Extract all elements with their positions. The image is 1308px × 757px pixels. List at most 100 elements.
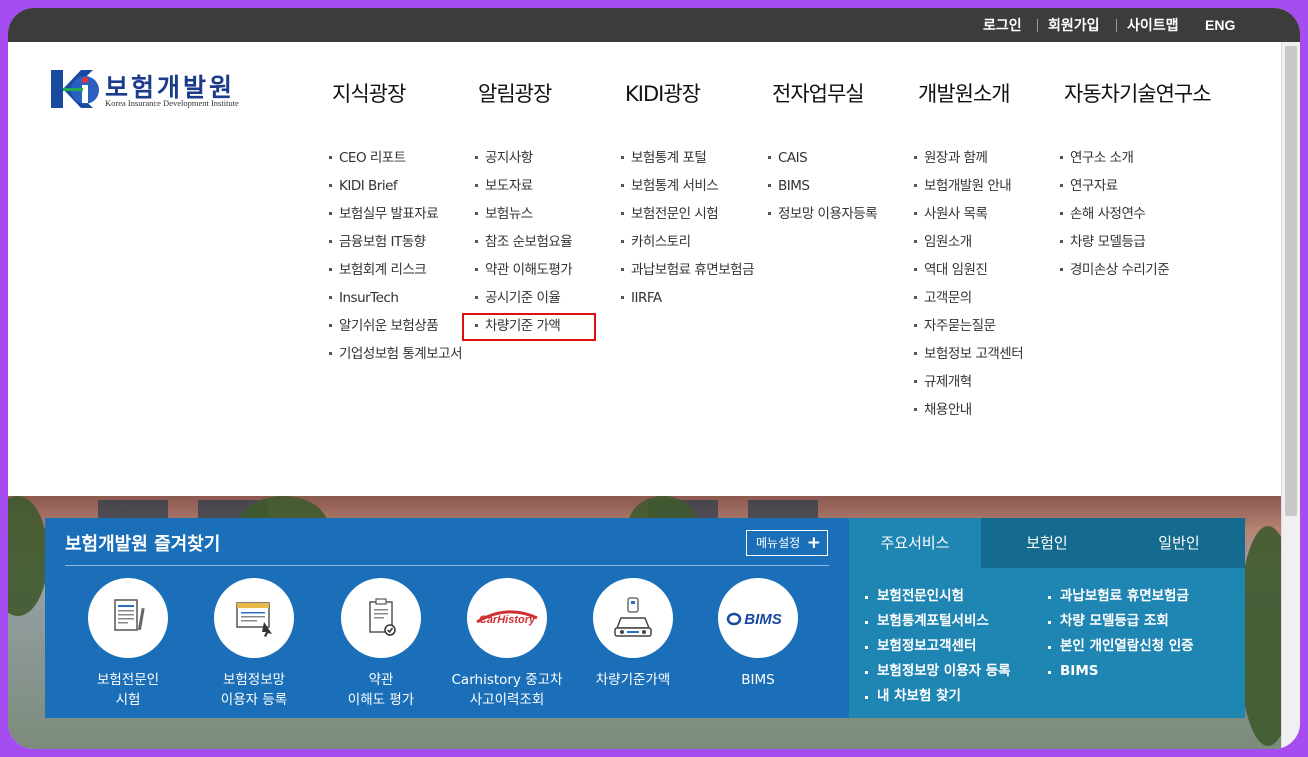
submenu-about: 원장과 함께 보험개발원 안내 사원사 목록 임원소개 역대 임원진 고객문의 …: [914, 147, 1054, 427]
services-tabs: 주요서비스 보험인 일반인: [849, 518, 1245, 568]
nav-kidi[interactable]: KIDI광장: [625, 78, 701, 108]
submenu-auto-research: 연구소 소개 연구자료 손해 사정연수 차량 모델등급 경미손상 수리기준: [1060, 147, 1210, 287]
car-price-icon: [593, 578, 673, 658]
tree: [8, 496, 48, 616]
submenu-item[interactable]: 연구소 소개: [1060, 147, 1210, 169]
nav-e-office[interactable]: 전자업무실: [772, 78, 865, 108]
nav-knowledge[interactable]: 지식광장: [332, 78, 406, 108]
service-link[interactable]: 보험통계포털서비스: [865, 609, 1011, 634]
favorites-panel: 보험개발원 즐겨찾기 메뉴설정 + 보험전문인 시험 보험정보망 이용자 등록 …: [45, 518, 849, 718]
submenu-item[interactable]: 약관 이해도평가: [475, 259, 605, 281]
sitemap-link[interactable]: 사이트맵: [1127, 8, 1179, 42]
favorite-network-register[interactable]: 보험정보망 이용자 등록: [194, 578, 314, 710]
login-link[interactable]: 로그인: [983, 8, 1022, 42]
favorite-label: Carhistory 중고차 사고이력조회: [451, 672, 563, 708]
submenu-item[interactable]: 보험통계 포털: [621, 147, 761, 169]
service-link[interactable]: 과납보험료 휴면보험금: [1048, 584, 1194, 609]
carhistory-logo: CarHistory: [467, 578, 547, 658]
service-link[interactable]: 보험정보고객센터: [865, 634, 1011, 659]
page-scrollbar[interactable]: [1281, 42, 1300, 749]
bims-logo: BIMS: [718, 578, 798, 658]
submenu-item[interactable]: 보험뉴스: [475, 203, 605, 225]
submenu-item[interactable]: KIDI Brief: [329, 175, 469, 197]
submenu-item[interactable]: 연구자료: [1060, 175, 1210, 197]
submenu-item[interactable]: 정보망 이용자등록: [768, 203, 908, 225]
kidi-emblem-icon: [51, 70, 99, 108]
divider: [1037, 19, 1038, 32]
submenu-item[interactable]: 기업성보험 통계보고서: [329, 343, 469, 365]
submenu-item[interactable]: 규제개혁: [914, 371, 1054, 393]
submenu-item[interactable]: 차량 모델등급: [1060, 231, 1210, 253]
monitor-cursor-icon: [214, 578, 294, 658]
tab-general[interactable]: 일반인: [1113, 518, 1245, 568]
submenu-item[interactable]: 보험회계 리스크: [329, 259, 469, 281]
submenu-item[interactable]: 참조 순보험요율: [475, 231, 605, 253]
submenu-item[interactable]: 임원소개: [914, 231, 1054, 253]
service-link[interactable]: 차량 모델등급 조회: [1048, 609, 1194, 634]
nav-notice[interactable]: 알림광장: [478, 78, 552, 108]
service-link[interactable]: 보험정보망 이용자 등록: [865, 659, 1011, 684]
service-link[interactable]: 본인 개인열람신청 인증: [1048, 634, 1194, 659]
menu-settings-button[interactable]: 메뉴설정 +: [746, 530, 828, 556]
menu-settings-label: 메뉴설정: [756, 536, 801, 550]
submenu-item[interactable]: CAIS: [768, 147, 908, 169]
submenu-item[interactable]: 금융보험 IT동향: [329, 231, 469, 253]
tab-insurers[interactable]: 보험인: [981, 518, 1113, 568]
submenu-item[interactable]: 보험통계 서비스: [621, 175, 761, 197]
scrollbar-thumb[interactable]: [1285, 46, 1297, 516]
submenu-item[interactable]: 보도자료: [475, 175, 605, 197]
favorite-carhistory[interactable]: CarHistory Carhistory 중고차 사고이력조회: [447, 578, 567, 710]
submenu-item[interactable]: 경미손상 수리기준: [1060, 259, 1210, 281]
nav-auto-research[interactable]: 자동차기술연구소: [1064, 78, 1212, 108]
submenu-item[interactable]: 보험실무 발표자료: [329, 203, 469, 225]
submenu-item[interactable]: IIRFA: [621, 287, 761, 309]
favorite-label: 보험전문인 시험: [96, 672, 160, 708]
submenu-e-office: CAIS BIMS 정보망 이용자등록: [768, 147, 908, 231]
submenu-item[interactable]: InsurTech: [329, 287, 469, 309]
favorite-vehicle-price[interactable]: 차량기준가액: [573, 578, 693, 690]
favorite-label: 차량기준가액: [595, 672, 671, 688]
favorites-title: 보험개발원 즐겨찾기: [65, 534, 221, 555]
document-pen-icon: [88, 578, 168, 658]
nav-about[interactable]: 개발원소개: [918, 78, 1011, 108]
services-list-left: 보험전문인시험 보험통계포털서비스 보험정보고객센터 보험정보망 이용자 등록 …: [865, 584, 1011, 709]
submenu-item[interactable]: CEO 리포트: [329, 147, 469, 169]
favorite-exam[interactable]: 보험전문인 시험: [68, 578, 188, 710]
submenu-item[interactable]: 자주묻는질문: [914, 315, 1054, 337]
service-link[interactable]: BIMS: [1048, 659, 1194, 684]
favorite-bims[interactable]: BIMS BIMS: [698, 578, 818, 690]
submenu-item[interactable]: 카히스토리: [621, 231, 761, 253]
submenu-item[interactable]: 채용안내: [914, 399, 1054, 421]
top-utility-bar: 로그인 회원가입 사이트맵 ENG: [8, 8, 1300, 42]
submenu-item[interactable]: 손해 사정연수: [1060, 203, 1210, 225]
submenu-item[interactable]: 보험정보 고객센터: [914, 343, 1054, 365]
submenu-item[interactable]: 과납보험료 휴면보험금: [621, 259, 761, 281]
submenu-item[interactable]: 역대 임원진: [914, 259, 1054, 281]
kidi-logo[interactable]: 보험개발원 Korea Insurance Development Instit…: [51, 70, 251, 112]
favorite-label: 약관 이해도 평가: [347, 672, 415, 708]
service-link[interactable]: 보험전문인시험: [865, 584, 1011, 609]
submenu-item[interactable]: 공지사항: [475, 147, 605, 169]
submenu-item[interactable]: BIMS: [768, 175, 908, 197]
submenu-item[interactable]: 보험개발원 안내: [914, 175, 1054, 197]
service-link[interactable]: 내 차보험 찾기: [865, 684, 1011, 709]
favorite-label: BIMS: [741, 672, 775, 688]
english-link[interactable]: ENG: [1205, 8, 1235, 42]
svg-text:CarHistory: CarHistory: [479, 614, 536, 626]
submenu-item[interactable]: 사원사 목록: [914, 203, 1054, 225]
submenu-item[interactable]: 공시기준 이율: [475, 287, 605, 309]
submenu-item[interactable]: 보험전문인 시험: [621, 203, 761, 225]
signup-link[interactable]: 회원가입: [1048, 8, 1100, 42]
clipboard-check-icon: [341, 578, 421, 658]
submenu-knowledge: CEO 리포트 KIDI Brief 보험실무 발표자료 금융보험 IT동향 보…: [329, 147, 469, 371]
tab-main-services[interactable]: 주요서비스: [849, 518, 981, 568]
logo-name-english: Korea Insurance Development Institute: [105, 98, 239, 108]
services-panel: 주요서비스 보험인 일반인 보험전문인시험 보험통계포털서비스 보험정보고객센터…: [849, 518, 1245, 718]
submenu-item[interactable]: 고객문의: [914, 287, 1054, 309]
submenu-item[interactable]: 알기쉬운 보험상품: [329, 315, 469, 337]
submenu-item[interactable]: 원장과 함께: [914, 147, 1054, 169]
divider: [65, 565, 829, 566]
favorite-terms-evaluation[interactable]: 약관 이해도 평가: [321, 578, 441, 710]
svg-text:BIMS: BIMS: [744, 611, 782, 628]
services-list-right: 과납보험료 휴면보험금 차량 모델등급 조회 본인 개인열람신청 인증 BIMS: [1048, 584, 1194, 684]
